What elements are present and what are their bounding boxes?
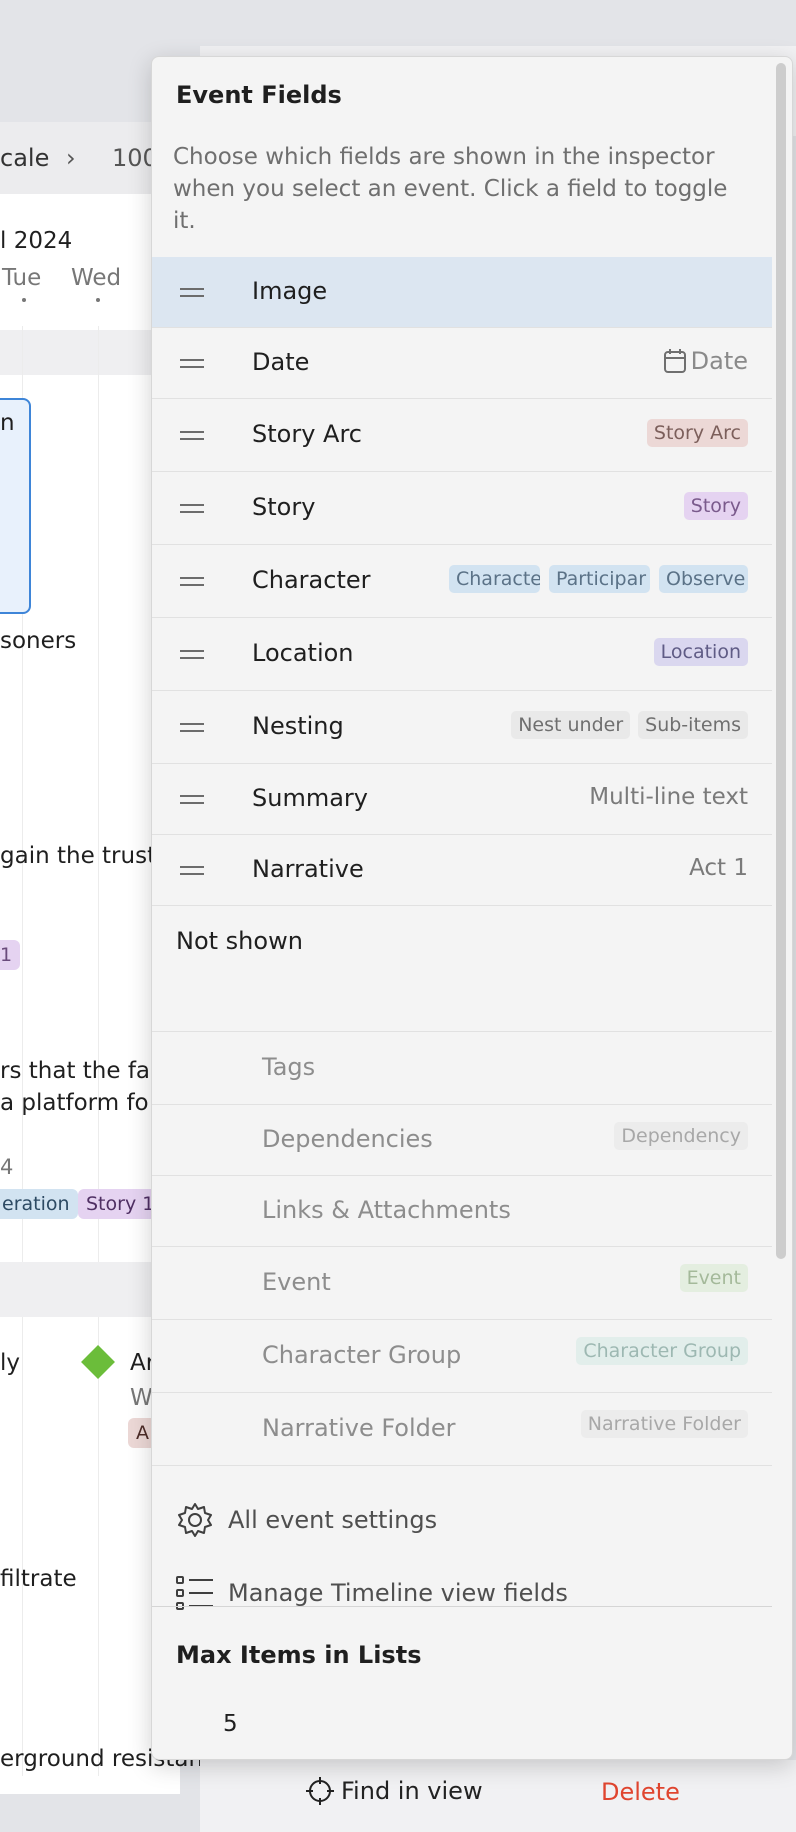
field-row-summary[interactable]: Summary Multi-line text — [152, 764, 772, 835]
event-text: n — [0, 410, 15, 436]
field-tag: Story — [683, 492, 748, 520]
day-dot — [22, 298, 26, 302]
event-fields-popover: Event Fields Choose which fields are sho… — [151, 56, 793, 1760]
weekday-label: Wed — [71, 265, 122, 291]
story-chip: Story 1 — [78, 1189, 163, 1219]
weekday-label: Tue — [2, 265, 42, 291]
field-label: Story Arc — [252, 420, 362, 448]
inspector-footer — [200, 1760, 796, 1832]
hidden-field-row-dependencies[interactable]: Dependencies Dependency — [152, 1105, 772, 1176]
hidden-field-row-event[interactable]: Event Event — [152, 1247, 772, 1320]
hidden-field-row-narrative-folder[interactable]: Narrative Folder Narrative Folder — [152, 1393, 772, 1466]
drag-handle-icon[interactable] — [180, 866, 204, 875]
drag-handle-icon[interactable] — [180, 359, 204, 368]
field-tag: Nest under — [511, 711, 631, 739]
event-text: ly — [0, 1350, 21, 1376]
event-text: soners — [0, 628, 77, 654]
field-row-story-arc[interactable]: Story Arc Story Arc — [152, 399, 772, 472]
section-divider — [152, 906, 772, 1032]
event-text: W — [130, 1385, 153, 1411]
event-text: rs that the fac — [0, 1058, 163, 1084]
field-tag: Story Arc — [646, 419, 748, 447]
hidden-field-row-character-group[interactable]: Character Group Character Group — [152, 1320, 772, 1393]
field-row-story[interactable]: Story Story — [152, 472, 772, 545]
field-label: Image — [252, 277, 328, 305]
field-tag: Sub-items — [638, 711, 748, 739]
gridline — [98, 326, 99, 1776]
find-in-view-button[interactable]: Find in view — [305, 1776, 483, 1806]
field-label: Summary — [252, 784, 368, 812]
drag-handle-icon[interactable] — [180, 431, 204, 440]
field-label: Nesting — [252, 712, 344, 740]
event-date: 4 — [0, 1155, 14, 1179]
field-label: Character Group — [262, 1341, 462, 1369]
field-label: Event — [262, 1268, 331, 1296]
event-text: a platform fo — [0, 1090, 149, 1116]
calendar-icon — [663, 349, 686, 373]
all-event-settings-label: All event settings — [228, 1506, 438, 1534]
max-items-heading: Max Items in Lists — [176, 1641, 422, 1669]
hidden-field-row-tags[interactable]: Tags — [152, 1032, 772, 1105]
story-chip: 1 — [0, 940, 21, 970]
field-tag: Narrative Folder — [580, 1410, 748, 1438]
drag-handle-icon[interactable] — [180, 650, 204, 659]
field-tag: Location — [653, 638, 748, 666]
field-row-date[interactable]: Date Date — [152, 328, 772, 399]
drag-handle-icon[interactable] — [180, 288, 204, 297]
field-row-nesting[interactable]: Nesting Nest under Sub-items — [152, 691, 772, 764]
drag-handle-icon[interactable] — [180, 795, 204, 804]
field-type-label: Act 1 — [689, 855, 748, 881]
breadcrumb-item[interactable]: cale — [0, 144, 49, 172]
field-tag: Dependency — [614, 1122, 748, 1150]
drag-handle-icon[interactable] — [180, 577, 204, 586]
field-label: Dependencies — [262, 1125, 433, 1153]
month-label: l 2024 — [0, 228, 73, 254]
popover-title: Event Fields — [176, 81, 342, 109]
section-divider — [152, 1606, 772, 1607]
crosshair-icon — [306, 1777, 334, 1805]
field-row-location[interactable]: Location Location — [152, 618, 772, 691]
field-label: Narrative Folder — [262, 1414, 456, 1442]
field-row-character[interactable]: Character Characte Participar Observe — [152, 545, 772, 618]
field-tag: Character Group — [576, 1337, 748, 1365]
field-label: Character — [252, 566, 371, 594]
max-items-value[interactable]: 5 — [223, 1711, 238, 1737]
field-tag: Participar — [549, 565, 650, 593]
field-label: Location — [252, 639, 354, 667]
field-tag: Event — [679, 1264, 748, 1292]
hidden-field-row-links[interactable]: Links & Attachments — [152, 1176, 772, 1247]
field-type-label: Multi-line text — [589, 784, 748, 810]
popover-description: Choose which fields are shown in the ins… — [173, 144, 728, 234]
event-text: gain the trust — [0, 843, 157, 869]
field-label: Date — [252, 348, 310, 376]
drag-handle-icon[interactable] — [180, 504, 204, 513]
field-label: Story — [252, 493, 316, 521]
field-label: Links & Attachments — [262, 1196, 511, 1224]
event-text: filtrate — [0, 1566, 77, 1592]
all-event-settings-button[interactable]: All event settings — [176, 1501, 437, 1539]
field-label: Narrative — [252, 855, 364, 883]
gear-icon — [178, 1503, 212, 1537]
field-row-narrative[interactable]: Narrative Act 1 — [152, 835, 772, 906]
scrollbar[interactable] — [776, 63, 786, 1259]
field-tag: Characte — [449, 565, 540, 593]
field-label: Tags — [262, 1053, 316, 1081]
drag-handle-icon[interactable] — [180, 723, 204, 732]
field-row-image[interactable]: Image — [152, 257, 772, 328]
breadcrumb-separator-icon: › — [66, 144, 76, 172]
date-type-label: Date — [690, 347, 748, 375]
manage-timeline-fields-label: Manage Timeline view fields — [228, 1579, 568, 1607]
day-dot — [96, 298, 100, 302]
delete-button[interactable]: Delete — [601, 1778, 680, 1806]
find-in-view-label: Find in view — [341, 1777, 483, 1805]
character-chip: eration — [0, 1189, 78, 1219]
field-tag: Observe — [659, 565, 748, 593]
